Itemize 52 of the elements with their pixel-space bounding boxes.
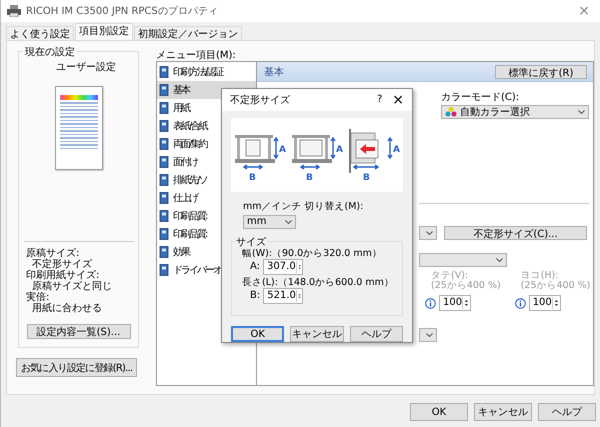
menu-item[interactable]: 両面/集約 [157,135,256,153]
field-label: A: [250,261,260,272]
dialog-button[interactable]: OK [231,326,284,342]
field-range-label: 長さ(L):（148.0から600.0 mm） [242,276,394,288]
field-label: B: [250,290,260,302]
dialog-button[interactable]: キャンセル [290,326,344,342]
close-button[interactable]: × [574,3,594,19]
dialog-button[interactable]: キャンセル [474,403,532,421]
summary-value: 原稿サイズと同じ [32,281,113,292]
dimension-label: A [278,144,286,155]
summary-label: 印刷用紙サイズ: [26,270,100,281]
favorite-register-button[interactable]: お気に入り設定に登録(R)... [16,358,137,377]
menu-item[interactable]: 面付け [157,153,256,171]
scale-label: タテ(V): [430,271,470,281]
reset-button[interactable]: 標準に戻す(R) [495,64,587,78]
unit-label: mm／インチ 切り替え(M): [242,200,364,213]
size-spin-field[interactable]: 307.0 [263,258,304,275]
settings-list-button[interactable]: 設定内容一覧(S)... [26,324,130,339]
dialog-button[interactable]: ヘルプ [350,326,403,342]
menu-item[interactable]: 印刷方法/認証 [157,63,256,81]
color-mode-label: カラーモード(C): [441,91,520,104]
help-button[interactable]: ? [376,94,382,106]
dialog-button[interactable]: OK [410,403,468,421]
scale-label: ヨコ(H): [520,271,560,281]
dimension-label: B [248,172,256,183]
close-button[interactable]: × [392,92,404,108]
size-spin-field[interactable]: 521.0 [263,288,304,304]
dimension-label: A [336,144,343,155]
tab[interactable]: 項目別設定 [75,23,133,40]
menu-label: メニュー項目(M): [156,51,237,61]
summary-label: 原稿サイズ: [26,248,80,259]
group-title: 現在の設定 [23,45,77,59]
tab[interactable]: よく使う設定 [6,26,74,40]
dimension-label: B [306,172,313,183]
scale-range: (25から400 %) [520,281,590,291]
tab[interactable]: 初期設定／バージョン [134,26,242,40]
summary-value: 不定形サイズ [32,259,93,270]
dimension-label: A [393,144,400,155]
summary-value: 用紙に合わせる [31,303,103,314]
field-range-label: 幅(W):（90.0から320.0 mm） [242,248,382,259]
summary-label: 実倍: [26,292,50,303]
color-mode-dropdown[interactable]: 自動カラー選択 [441,105,589,119]
panel-title: 基本 [264,66,284,78]
dialog-button[interactable]: ヘルプ [538,403,596,421]
scale-range: (25から400 %) [430,281,501,291]
menu-item[interactable]: 表紙/合紙 [157,117,256,135]
profile-name: ユーザー設定 [56,60,116,74]
window-title: RICOH IM C3500 JPN RPCSのプロパティ [26,4,218,18]
custom-size-button[interactable]: 不定形サイズ(C)... [444,226,587,240]
unit-dropdown[interactable]: mm [243,214,296,229]
dimension-label: B [363,172,370,183]
group-title: サイズ [234,234,268,249]
